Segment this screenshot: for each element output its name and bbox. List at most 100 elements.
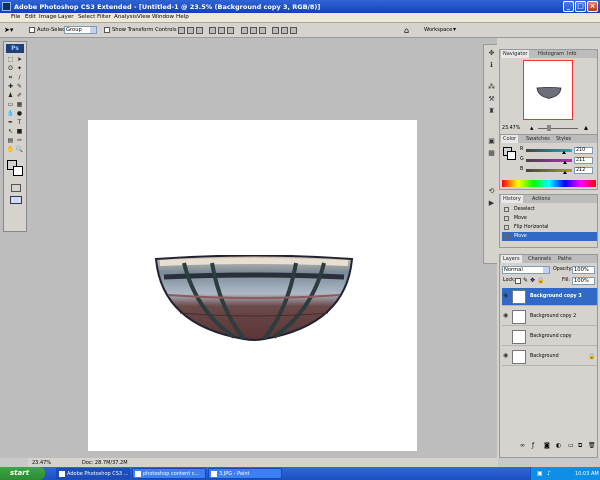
pen-tool-icon[interactable]: ✒ [6, 119, 15, 127]
eye-icon[interactable]: ◉ [503, 313, 509, 319]
crop-tool-icon[interactable]: ⌗ [6, 74, 15, 82]
slider-handle-icon[interactable] [562, 151, 566, 154]
align-bottom-icon[interactable] [196, 27, 203, 34]
eye-icon[interactable]: ◉ [503, 293, 509, 299]
align-vcenter-icon[interactable] [187, 27, 194, 34]
layer-name[interactable]: Background copy [530, 334, 572, 339]
menu-analysis[interactable]: Analysis [114, 14, 137, 20]
layer-name[interactable]: Background copy 2 [530, 314, 576, 319]
dodge-tool-icon[interactable]: ● [15, 110, 24, 118]
blend-mode-dropdown[interactable]: Normal [502, 266, 550, 274]
history-item[interactable]: Move [502, 232, 597, 241]
zoom-out-icon[interactable]: ▴ [530, 124, 534, 132]
distribute-bottom-icon[interactable] [259, 27, 266, 34]
tab-info[interactable]: Info [565, 50, 578, 58]
tab-swatches[interactable]: Swatches [524, 135, 552, 143]
link-layers-icon[interactable]: ∞ [520, 442, 525, 449]
slider-handle-icon[interactable] [563, 161, 567, 164]
color-spectrum-ramp[interactable] [502, 180, 596, 187]
tab-styles[interactable]: Styles [554, 135, 573, 143]
color-background-swatch[interactable] [507, 151, 516, 160]
tab-actions[interactable]: Actions [530, 195, 552, 203]
menu-help[interactable]: Help [176, 14, 189, 20]
new-group-icon[interactable]: ▭ [568, 442, 574, 449]
menu-layer[interactable]: Layer [58, 14, 74, 20]
layer-mask-icon[interactable]: ◙ [544, 442, 550, 449]
adjustment-layer-icon[interactable]: ◐ [556, 442, 561, 449]
color-channel-slider[interactable] [526, 169, 572, 174]
actions-dock-icon[interactable]: ▶ [487, 199, 496, 208]
screen-mode-icon[interactable] [10, 196, 22, 204]
opacity-field[interactable]: 100% [572, 266, 595, 274]
menu-edit[interactable]: Edit [25, 14, 36, 20]
menu-file[interactable]: File [11, 14, 20, 20]
move-tool-icon[interactable]: ➤ [15, 56, 24, 64]
menu-image[interactable]: Image [39, 14, 57, 20]
eye-icon[interactable]: ◉ [503, 353, 509, 359]
maximize-button[interactable]: □ [575, 1, 586, 12]
slider-handle-icon[interactable] [563, 171, 567, 174]
shape-tool-icon[interactable]: ■ [15, 128, 24, 136]
close-button[interactable]: × [587, 1, 598, 12]
history-brush-source-icon[interactable] [504, 225, 509, 230]
eye-icon[interactable] [503, 333, 509, 339]
tab-history[interactable]: History [501, 195, 523, 203]
show-transform-checkbox[interactable] [104, 27, 110, 33]
lock-all-icon[interactable]: 🔒 [537, 277, 544, 284]
zoom-in-icon[interactable]: ▴ [584, 123, 588, 132]
new-layer-icon[interactable]: ⧉ [578, 442, 582, 450]
color-channel-value[interactable]: 210 [574, 147, 593, 154]
bridge-icon[interactable]: ⌂ [404, 26, 416, 35]
color-channel-value[interactable]: 211 [574, 157, 593, 164]
tab-navigator[interactable]: Navigator [501, 50, 530, 58]
document-canvas[interactable] [88, 120, 417, 451]
history-brush-source-icon[interactable] [504, 216, 509, 221]
brushes-dock-icon[interactable]: ⁂ [487, 83, 496, 92]
clone-stamp-icon[interactable]: ♟ [6, 92, 15, 100]
minimize-button[interactable]: _ [563, 1, 574, 12]
distribute-vcenter-icon[interactable] [250, 27, 257, 34]
magic-wand-icon[interactable]: ✦ [15, 65, 24, 73]
menu-select[interactable]: Select [78, 14, 95, 20]
auto-select-dropdown[interactable]: Group [64, 26, 97, 34]
history-item[interactable]: Move [502, 214, 597, 223]
align-right-icon[interactable] [227, 27, 234, 34]
zoom-tool-icon[interactable]: 🔍 [15, 146, 24, 154]
layer-row[interactable]: ◉ Background 🔒 [502, 348, 597, 366]
menu-filter[interactable]: Filter [97, 14, 111, 20]
tool-presets-dock-icon[interactable]: ⚒ [487, 95, 496, 104]
background-color-swatch[interactable] [13, 166, 23, 176]
lock-move-icon[interactable]: ✥ [530, 277, 535, 284]
history-brush-source-icon[interactable] [504, 234, 509, 239]
history-item[interactable]: Flip Horizontal [502, 223, 597, 232]
layer-row[interactable]: Background copy [502, 328, 597, 346]
history-brush-source-icon[interactable] [504, 207, 509, 212]
lock-brush-icon[interactable]: ✎ [523, 277, 528, 284]
layer-row[interactable]: ◉ Background copy 3 [502, 288, 597, 306]
gradient-tool-icon[interactable]: ▦ [15, 101, 24, 109]
healing-brush-icon[interactable]: ✚ [6, 83, 15, 91]
tab-color[interactable]: Color [501, 135, 519, 143]
slice-tool-icon[interactable]: ∕ [15, 74, 24, 82]
distribute-hcenter-icon[interactable] [281, 27, 288, 34]
tab-paths[interactable]: Paths [556, 255, 574, 263]
swatches-dock-icon[interactable]: ▦ [487, 149, 496, 158]
navigator-zoom-value[interactable]: 23.47% [502, 126, 520, 131]
menu-view[interactable]: View [137, 14, 150, 20]
move-tool-preset-icon[interactable]: ➤▾ [4, 26, 20, 35]
lock-transparency-icon[interactable] [515, 278, 521, 284]
taskbar-button[interactable]: Adobe Photoshop CS3 ... [56, 468, 130, 479]
taskbar-button[interactable]: photoshop content c... [132, 468, 206, 479]
auto-select-checkbox[interactable] [29, 27, 35, 33]
workspace-button[interactable]: Workspace [424, 27, 452, 33]
align-left-icon[interactable] [209, 27, 216, 34]
start-button[interactable]: start [0, 467, 45, 480]
history-item[interactable]: Deselect [502, 205, 597, 214]
eyedropper-tool-icon[interactable]: ✑ [15, 137, 24, 145]
color-dock-icon[interactable]: ▣ [487, 137, 496, 146]
notes-tool-icon[interactable]: ▤ [6, 137, 15, 145]
history-brush-icon[interactable]: ✐ [15, 92, 24, 100]
hand-tool-icon[interactable]: ✋ [6, 146, 15, 154]
navigator-dock-icon[interactable]: ✥ [487, 49, 496, 58]
tab-layers[interactable]: Layers [501, 255, 522, 263]
